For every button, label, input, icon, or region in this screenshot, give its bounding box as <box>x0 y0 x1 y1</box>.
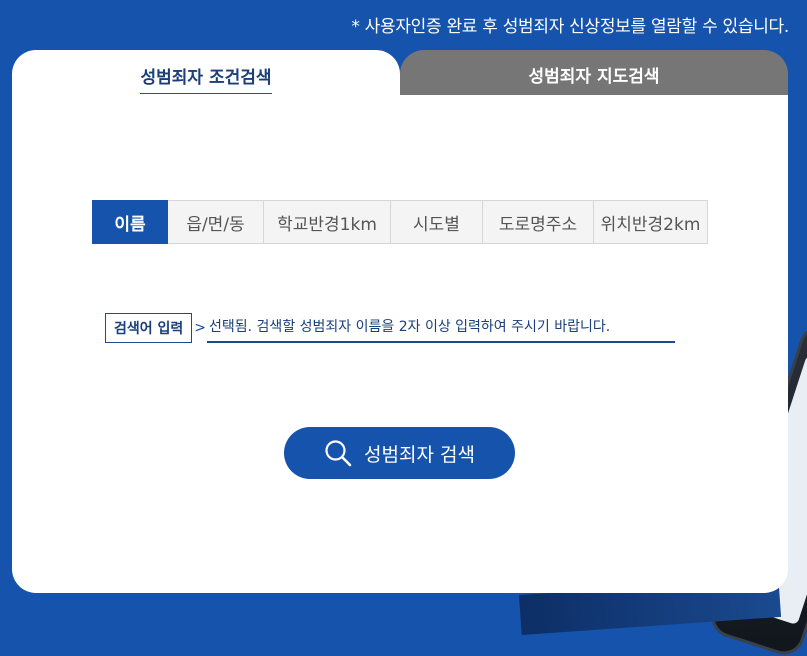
search-icon <box>324 439 352 467</box>
chevron-right-icon: > <box>194 320 207 336</box>
search-button[interactable]: 성범죄자 검색 <box>284 427 515 479</box>
filter-tab-town[interactable]: 읍/면/동 <box>168 200 264 244</box>
filter-tab-province[interactable]: 시도별 <box>391 200 483 244</box>
tab-conditional-search-label: 성범죄자 조건검색 <box>140 63 272 95</box>
tab-conditional-search[interactable]: 성범죄자 조건검색 <box>12 50 400 100</box>
filter-tab-school-radius[interactable]: 학교반경1km <box>264 200 391 244</box>
tab-map-search[interactable]: 성범죄자 지도검색 <box>400 50 788 95</box>
search-panel <box>12 95 788 593</box>
panel-tab-joint <box>12 94 400 104</box>
auth-notice: * 사용자인증 완료 후 성범죄자 신상정보를 열람할 수 있습니다. <box>351 17 789 37</box>
tab-map-search-label: 성범죄자 지도검색 <box>528 67 660 87</box>
search-field-label: 검색어 입력 <box>105 313 193 343</box>
filter-tabs: 이름 읍/면/동 학교반경1km 시도별 도로명주소 위치반경2km <box>92 200 708 244</box>
filter-tab-location-radius[interactable]: 위치반경2km <box>594 200 708 244</box>
filter-tab-name[interactable]: 이름 <box>92 200 168 244</box>
search-button-label: 성범죄자 검색 <box>364 443 475 466</box>
search-row: 검색어 입력 > <box>105 313 676 343</box>
filter-tab-road-address[interactable]: 도로명주소 <box>483 200 594 244</box>
search-input[interactable] <box>207 313 676 343</box>
